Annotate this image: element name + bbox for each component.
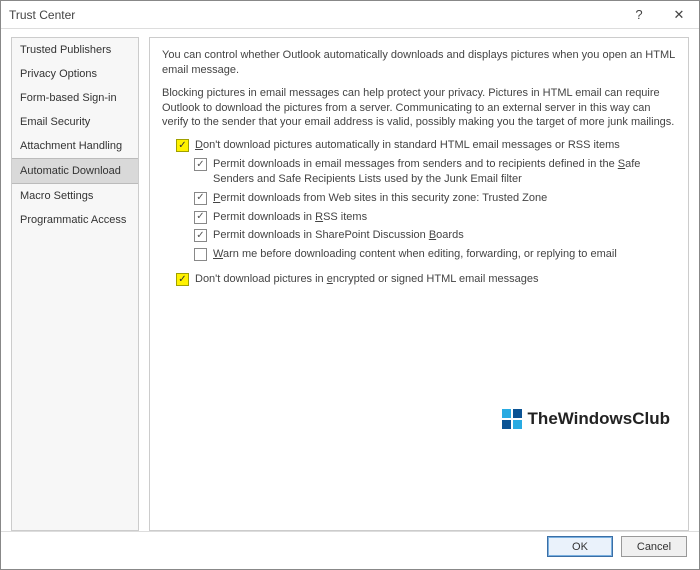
option-label: Permit downloads from Web sites in this … [213, 191, 676, 206]
checkbox-icon[interactable] [194, 248, 207, 261]
checkbox-icon[interactable] [176, 273, 189, 286]
cancel-button[interactable]: Cancel [621, 536, 687, 557]
checkbox-icon[interactable] [194, 192, 207, 205]
help-button[interactable]: ? [619, 1, 659, 29]
option-dont-download-encrypted[interactable]: Don't download pictures in encrypted or … [176, 272, 676, 287]
option-warn-before-downloading[interactable]: Warn me before downloading content when … [194, 247, 676, 262]
content-pane: You can control whether Outlook automati… [149, 37, 689, 531]
intro-paragraph-1: You can control whether Outlook automati… [162, 48, 676, 78]
sidebar-item-form-based-sign-in[interactable]: Form-based Sign-in [12, 86, 138, 110]
option-dont-download-standard[interactable]: Don't download pictures automatically in… [176, 138, 676, 153]
sidebar-item-programmatic-access[interactable]: Programmatic Access [12, 208, 138, 232]
option-permit-safe-senders[interactable]: Permit downloads in email messages from … [194, 157, 676, 187]
window-title: Trust Center [9, 8, 619, 22]
option-label: Permit downloads in SharePoint Discussio… [213, 228, 676, 243]
dialog-footer: OK Cancel [1, 531, 699, 561]
checkbox-icon[interactable] [176, 139, 189, 152]
sidebar-item-attachment-handling[interactable]: Attachment Handling [12, 134, 138, 158]
category-sidebar: Trusted Publishers Privacy Options Form-… [11, 37, 139, 531]
sidebar-item-privacy-options[interactable]: Privacy Options [12, 62, 138, 86]
ok-button[interactable]: OK [547, 536, 613, 557]
sidebar-item-automatic-download[interactable]: Automatic Download [12, 158, 138, 184]
option-label: Don't download pictures automatically in… [195, 138, 676, 153]
option-label: Permit downloads in RSS items [213, 210, 676, 225]
intro-paragraph-2: Blocking pictures in email messages can … [162, 86, 676, 131]
sidebar-item-macro-settings[interactable]: Macro Settings [12, 184, 138, 208]
option-permit-sharepoint[interactable]: Permit downloads in SharePoint Discussio… [194, 228, 676, 243]
nested-options: Permit downloads in email messages from … [194, 157, 676, 262]
titlebar: Trust Center ? ✕ [1, 1, 699, 29]
watermark: TheWindowsClub [502, 408, 670, 431]
intro-text: You can control whether Outlook automati… [162, 48, 676, 130]
sidebar-item-trusted-publishers[interactable]: Trusted Publishers [12, 38, 138, 62]
dialog-body: Trusted Publishers Privacy Options Form-… [1, 29, 699, 531]
option-label: Permit downloads in email messages from … [213, 157, 676, 187]
close-button[interactable]: ✕ [659, 1, 699, 29]
option-permit-trusted-zone[interactable]: Permit downloads from Web sites in this … [194, 191, 676, 206]
option-label: Warn me before downloading content when … [213, 247, 676, 262]
checkbox-icon[interactable] [194, 211, 207, 224]
windows-flag-icon [502, 409, 522, 429]
checkbox-icon[interactable] [194, 158, 207, 171]
watermark-text: TheWindowsClub [528, 408, 670, 431]
option-permit-rss[interactable]: Permit downloads in RSS items [194, 210, 676, 225]
checkbox-icon[interactable] [194, 229, 207, 242]
sidebar-item-email-security[interactable]: Email Security [12, 110, 138, 134]
option-label: Don't download pictures in encrypted or … [195, 272, 676, 287]
